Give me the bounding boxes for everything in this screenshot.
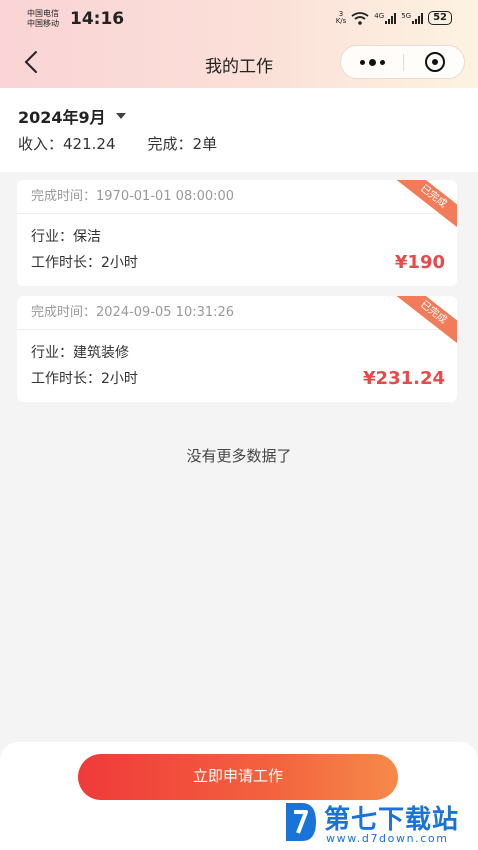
job-price: ¥190 (394, 252, 445, 273)
summary-stats: 收入：421.24 完成：2单 (18, 133, 217, 154)
completed-stat: 完成：2单 (147, 135, 218, 153)
carrier-info: 中国电信 中国移动 (27, 9, 59, 29)
status-bar: 中国电信 中国移动 14:16 3 K/s 4G 5G 52 (0, 0, 478, 38)
income-value: 421.24 (63, 135, 116, 153)
wifi-icon (351, 11, 369, 25)
completed-time: 完成时间：2024-09-05 10:31:26 (17, 296, 457, 330)
signal-sim2: 5G (401, 12, 424, 24)
caret-down-icon (115, 113, 126, 119)
site-watermark: 第七下载站 www.d7down.com (282, 795, 478, 850)
job-card[interactable]: 完成时间：2024-09-05 10:31:26 行业：建筑装修 工作时长：2小… (17, 296, 457, 402)
completed-time: 完成时间：1970-01-01 08:00:00 (17, 180, 457, 214)
month-picker[interactable]: 2024年9月 (18, 104, 126, 128)
watermark-url: www.d7down.com (326, 832, 449, 845)
job-industry: 行业：建筑装修 (31, 345, 129, 361)
d7-logo-icon (286, 803, 316, 841)
job-industry: 行业：保洁 (31, 229, 101, 245)
job-duration: 工作时长：2小时 (31, 255, 138, 271)
system-icons: 3 K/s 4G 5G 52 (336, 11, 452, 25)
battery-icon: 52 (428, 11, 452, 25)
apply-work-button[interactable]: 立即申请工作 (78, 754, 398, 800)
status-time: 14:16 (70, 9, 125, 29)
signal-sim1: 4G (374, 12, 397, 24)
completed-value: 2单 (192, 135, 218, 153)
top-header: 中国电信 中国移动 14:16 3 K/s 4G 5G 52 我的工作 (0, 0, 478, 88)
job-duration: 工作时长：2小时 (31, 371, 138, 387)
carrier-1: 中国电信 (27, 9, 59, 18)
job-card[interactable]: 完成时间：1970-01-01 08:00:00 行业：保洁 工作时长：2小时 … (17, 180, 457, 286)
more-dots-icon[interactable] (341, 46, 403, 78)
mini-program-capsule (340, 45, 465, 79)
income-stat: 收入：421.24 (18, 135, 116, 153)
signal-bars-icon (412, 12, 424, 24)
carrier-2: 中国移动 (27, 19, 59, 28)
month-label: 2024年9月 (18, 108, 106, 127)
job-price: ¥231.24 (363, 368, 445, 389)
signal-bars-icon (385, 12, 397, 24)
nav-bar: 我的工作 (0, 40, 478, 86)
target-circle-icon[interactable] (404, 46, 465, 78)
summary-panel: 2024年9月 收入：421.24 完成：2单 (0, 88, 478, 172)
watermark-title: 第七下载站 (324, 805, 460, 835)
net-speed: 3 K/s (335, 10, 347, 25)
no-more-data-text: 没有更多数据了 (186, 447, 292, 465)
